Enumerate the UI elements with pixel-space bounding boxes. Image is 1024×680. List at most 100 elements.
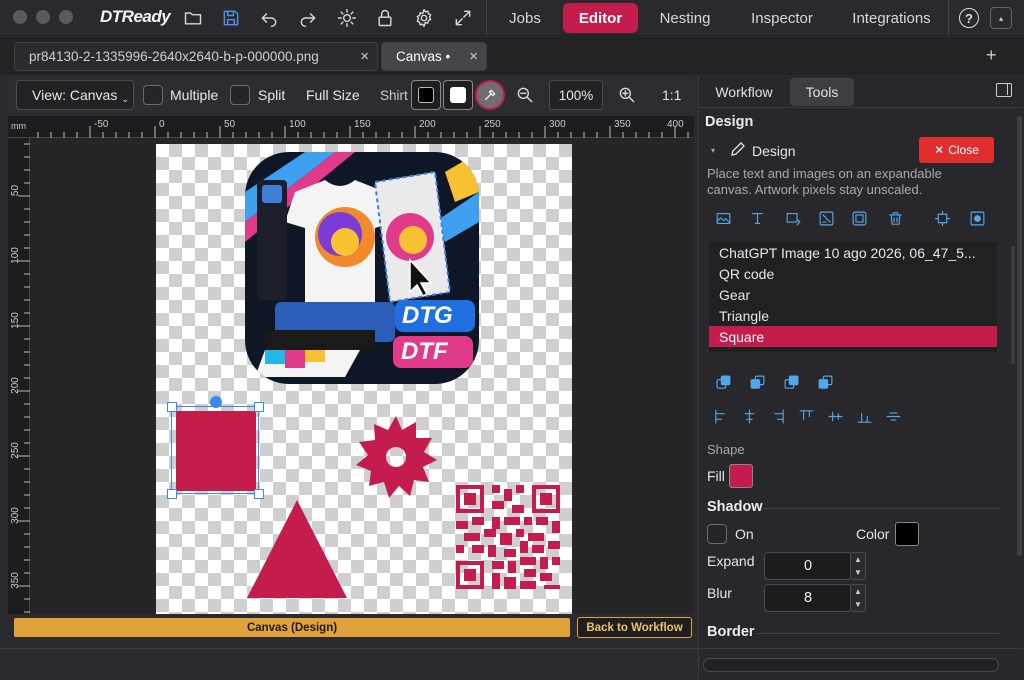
shirt-color-white[interactable]: [443, 80, 473, 110]
align-bottom-icon[interactable]: [854, 406, 874, 426]
distribute-icon[interactable]: [883, 406, 903, 426]
close-button[interactable]: ✕ Close: [919, 137, 994, 163]
border-section-label: Border: [707, 624, 755, 640]
align-right-icon[interactable]: [767, 406, 787, 426]
panel-vertical-scrollbar[interactable]: [1017, 116, 1022, 556]
send-to-back-icon[interactable]: [815, 372, 835, 392]
layer-item[interactable]: Triangle: [709, 305, 997, 326]
center-icon[interactable]: [967, 208, 987, 228]
nav-tab-jobs[interactable]: Jobs: [492, 3, 558, 33]
eyedropper-button[interactable]: [475, 80, 505, 110]
resize-handle[interactable]: [167, 489, 177, 499]
app-logo: DTReady: [100, 7, 171, 26]
undo-icon[interactable]: [257, 6, 281, 30]
window-menu-icon[interactable]: ▴: [990, 7, 1012, 29]
resize-handle[interactable]: [254, 402, 264, 412]
shirt-color-black[interactable]: [411, 80, 441, 110]
blur-input[interactable]: 8: [764, 584, 852, 612]
selection-box[interactable]: [167, 396, 264, 499]
window-close-icon[interactable]: [13, 10, 27, 24]
split-checkbox[interactable]: [230, 85, 250, 105]
save-icon[interactable]: [219, 6, 243, 30]
one-to-one-button[interactable]: 1:1: [662, 80, 681, 110]
doc-tab-label: pr84130-2-1335996-2640x2640-b-p-000000.p…: [29, 49, 319, 64]
close-tab-icon[interactable]: ×: [360, 48, 369, 65]
artboard[interactable]: DTG DTF: [156, 144, 572, 614]
panel-tab-workflow[interactable]: Workflow: [705, 78, 783, 106]
layer-item-selected[interactable]: Square: [709, 326, 997, 347]
qr-code-shape[interactable]: [456, 485, 560, 589]
shadow-on-checkbox[interactable]: [707, 524, 727, 544]
frame-icon[interactable]: [849, 208, 869, 228]
layer-item[interactable]: QR code: [709, 263, 997, 284]
gear-shape[interactable]: [353, 414, 439, 500]
chevron-down-icon[interactable]: ▼: [854, 568, 862, 577]
add-image-icon[interactable]: [713, 208, 733, 228]
divider: [757, 633, 999, 634]
window-zoom-icon[interactable]: [59, 10, 73, 24]
expand-input[interactable]: 0: [764, 552, 852, 580]
add-text-icon[interactable]: [747, 208, 767, 228]
send-backward-icon[interactable]: [781, 372, 801, 392]
zoom-out-icon[interactable]: [513, 83, 537, 107]
align-middle-v-icon[interactable]: [825, 406, 845, 426]
bring-forward-icon[interactable]: [747, 372, 767, 392]
delete-icon[interactable]: [885, 208, 905, 228]
nav-tab-nesting[interactable]: Nesting: [645, 3, 725, 33]
window-minimize-icon[interactable]: [36, 10, 50, 24]
align-left-icon[interactable]: [711, 406, 731, 426]
blur-stepper[interactable]: ▲ ▼: [850, 584, 866, 612]
resize-handle[interactable]: [167, 402, 177, 412]
panel-toggle-icon[interactable]: [996, 83, 1012, 97]
full-size-button[interactable]: Full Size: [306, 80, 360, 110]
artwork-image[interactable]: DTG DTF: [245, 152, 479, 384]
back-to-workflow-button[interactable]: Back to Workflow: [577, 617, 692, 638]
triangle-shape[interactable]: [245, 496, 349, 600]
multiple-checkbox[interactable]: [143, 85, 163, 105]
align-center-h-icon[interactable]: [739, 406, 759, 426]
ruler-label: 300: [9, 507, 21, 524]
brightness-icon[interactable]: [335, 6, 359, 30]
layer-item[interactable]: ChatGPT Image 10 ago 2026, 06_47_5...: [709, 242, 997, 263]
doc-tab-canvas[interactable]: Canvas • ×: [381, 42, 487, 71]
chevron-up-icon[interactable]: ▲: [854, 555, 862, 564]
nav-tab-integrations[interactable]: Integrations: [839, 3, 944, 33]
shape-section-label: Shape: [707, 442, 745, 457]
add-shape-icon[interactable]: [783, 208, 803, 228]
zoom-in-icon[interactable]: [615, 83, 639, 107]
square-shape[interactable]: [176, 411, 256, 491]
lock-icon[interactable]: [373, 6, 397, 30]
bring-to-front-icon[interactable]: [713, 372, 733, 392]
fill-color-swatch[interactable]: [729, 464, 753, 488]
add-qr-icon[interactable]: [816, 208, 836, 228]
chevron-up-icon[interactable]: ▲: [854, 587, 862, 596]
layer-list[interactable]: ChatGPT Image 10 ago 2026, 06_47_5... QR…: [709, 242, 997, 352]
chevron-down-icon[interactable]: ▼: [854, 600, 862, 609]
view-select[interactable]: View: Canvas ⌄: [16, 80, 134, 110]
doc-tab-label: Canvas •: [396, 49, 451, 64]
rotate-handle[interactable]: [210, 396, 222, 408]
open-folder-icon[interactable]: [181, 6, 205, 30]
collapse-icon[interactable]: ▾: [711, 146, 715, 155]
redo-icon[interactable]: [296, 6, 320, 30]
expand-stepper[interactable]: ▲ ▼: [850, 552, 866, 580]
gear-icon[interactable]: [412, 6, 436, 30]
white-swatch: [450, 87, 466, 103]
zoom-input[interactable]: 100%: [549, 80, 603, 110]
fit-icon[interactable]: [932, 208, 952, 228]
nav-tab-editor[interactable]: Editor: [563, 3, 638, 33]
fullscreen-icon[interactable]: [451, 6, 475, 30]
shadow-color-swatch[interactable]: [895, 522, 919, 546]
panel-tab-tools[interactable]: Tools: [790, 78, 854, 106]
close-tab-icon[interactable]: ×: [469, 48, 478, 65]
layer-item[interactable]: Gear: [709, 284, 997, 305]
align-top-icon[interactable]: [796, 406, 816, 426]
doc-tab-image[interactable]: pr84130-2-1335996-2640x2640-b-p-000000.p…: [14, 42, 378, 71]
nav-tab-inspector[interactable]: Inspector: [737, 3, 827, 33]
ruler-horizontal: mm -50 0 50 100 150 200 250 300 350 400: [8, 116, 694, 138]
canvas-viewport[interactable]: mm -50 0 50 100 150 200 250 300 350 400 …: [8, 116, 694, 614]
add-tab-button[interactable]: +: [986, 45, 997, 66]
panel-scrollbar[interactable]: [1011, 246, 1015, 364]
horizontal-scrollbar[interactable]: [703, 658, 999, 672]
help-icon[interactable]: ?: [959, 8, 979, 28]
